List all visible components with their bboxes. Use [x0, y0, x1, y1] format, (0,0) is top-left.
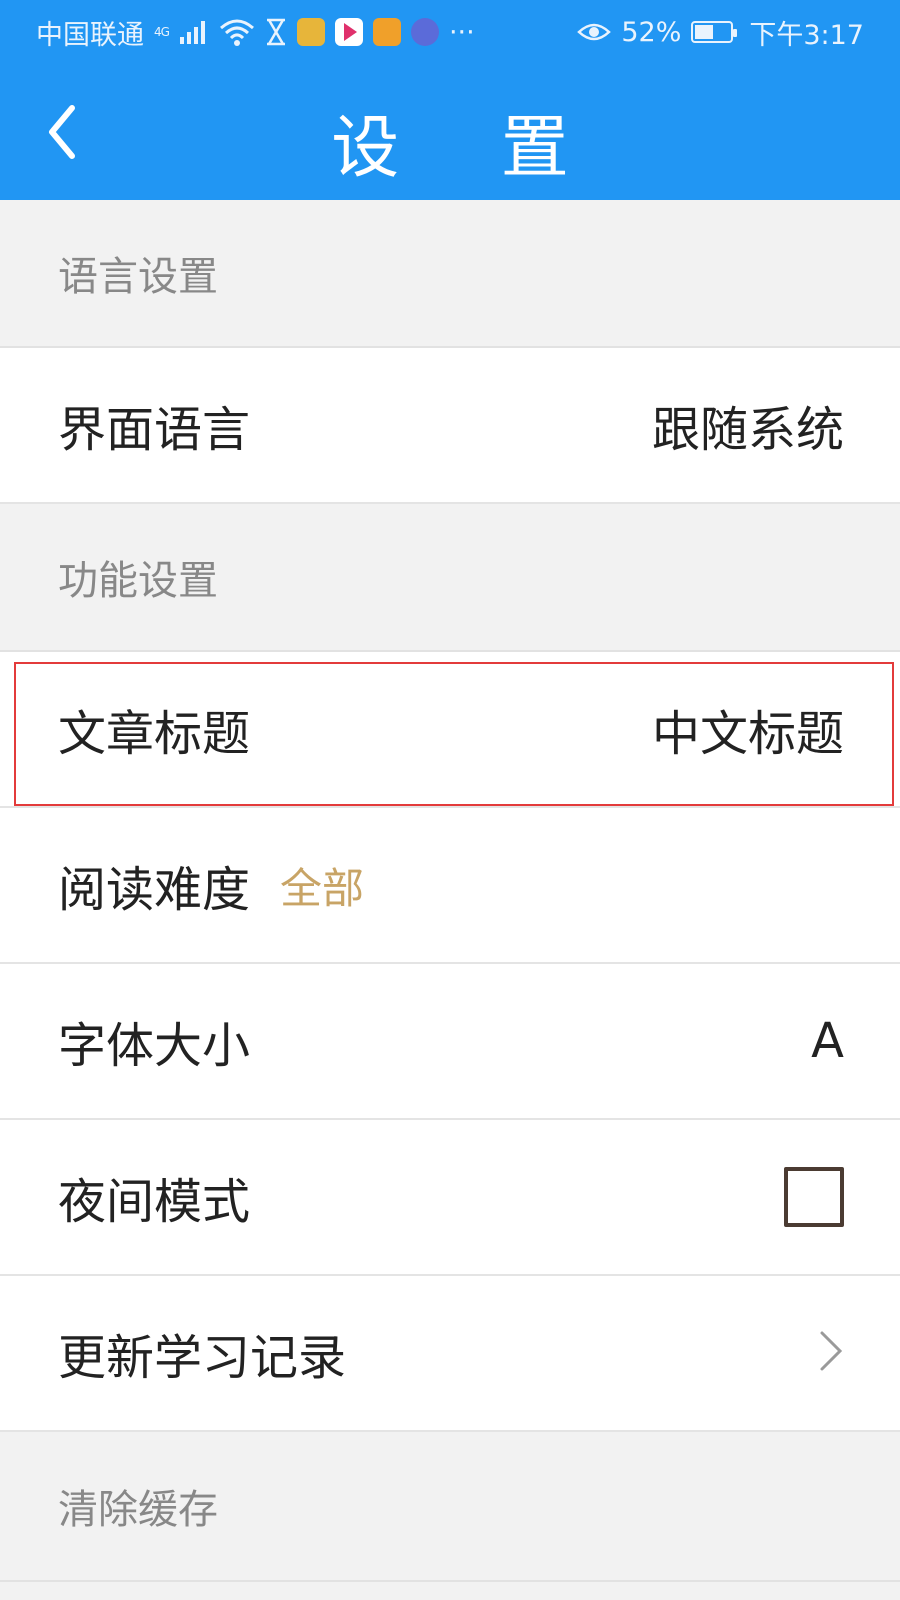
wifi-icon: [219, 19, 254, 46]
music-icon: [410, 18, 439, 46]
clock: 下午3:17: [749, 19, 864, 51]
setting-label: 夜间模式: [58, 1174, 251, 1230]
setting-label: 更新学习记录: [58, 1330, 347, 1386]
section-title: 清除缓存: [58, 1487, 218, 1533]
carrier-label: 中国联通: [36, 19, 144, 51]
setting-row-ui-language[interactable]: 界面语言 跟随系统: [0, 348, 900, 504]
setting-row-font-size[interactable]: 字体大小 A: [0, 964, 900, 1120]
battery-percent: 52%: [621, 16, 682, 48]
setting-row-update-records[interactable]: 更新学习记录: [0, 1276, 900, 1432]
setting-row-night-mode[interactable]: 夜间模式: [0, 1120, 900, 1276]
eye-comfort-icon: [577, 23, 612, 41]
setting-label: 字体大小: [58, 1018, 251, 1074]
title-bar: 设 置: [0, 64, 900, 200]
battery-icon: [691, 21, 738, 43]
night-mode-checkbox[interactable]: [784, 1167, 844, 1227]
section-header-features: 功能设置: [0, 504, 900, 652]
status-bar-left: 中国联通 4G ···: [36, 13, 475, 52]
setting-row-article-title[interactable]: 文章标题 中文标题: [0, 652, 900, 808]
setting-label-group: 阅读难度 全部: [58, 850, 364, 920]
section-title: 功能设置: [58, 558, 218, 604]
setting-row-reading-difficulty[interactable]: 阅读难度 全部: [0, 808, 900, 964]
youku-icon: [334, 18, 363, 46]
setting-value: 中文标题: [651, 706, 844, 762]
settings-list: 语言设置 界面语言 跟随系统 功能设置 文章标题 中文标题 阅读难度 全部 字体…: [0, 200, 900, 1582]
section-header-language: 语言设置: [0, 200, 900, 348]
hourglass-icon: [266, 18, 285, 46]
status-bar: 中国联通 4G ··· 52% 下午3:17: [0, 0, 900, 64]
section-title: 语言设置: [58, 254, 218, 300]
font-size-value: A: [811, 1013, 844, 1069]
setting-value: 跟随系统: [651, 402, 844, 458]
signal-icon: [179, 21, 205, 44]
app-notification-icon: [296, 18, 325, 46]
status-bar-right: 52% 下午3:17: [577, 13, 864, 52]
cup-app-icon: [372, 18, 401, 46]
setting-label: 阅读难度: [58, 862, 251, 918]
chevron-right-icon: [818, 1329, 844, 1377]
section-header-cache[interactable]: 清除缓存: [0, 1432, 900, 1582]
battery-level: [695, 25, 714, 39]
page-title: 设 置: [331, 109, 609, 188]
network-type-label: 4G: [154, 25, 170, 39]
more-notifications-icon: ···: [448, 16, 475, 48]
setting-value: 全部: [280, 863, 365, 913]
setting-label: 界面语言: [58, 402, 251, 458]
setting-label: 文章标题: [58, 706, 251, 762]
